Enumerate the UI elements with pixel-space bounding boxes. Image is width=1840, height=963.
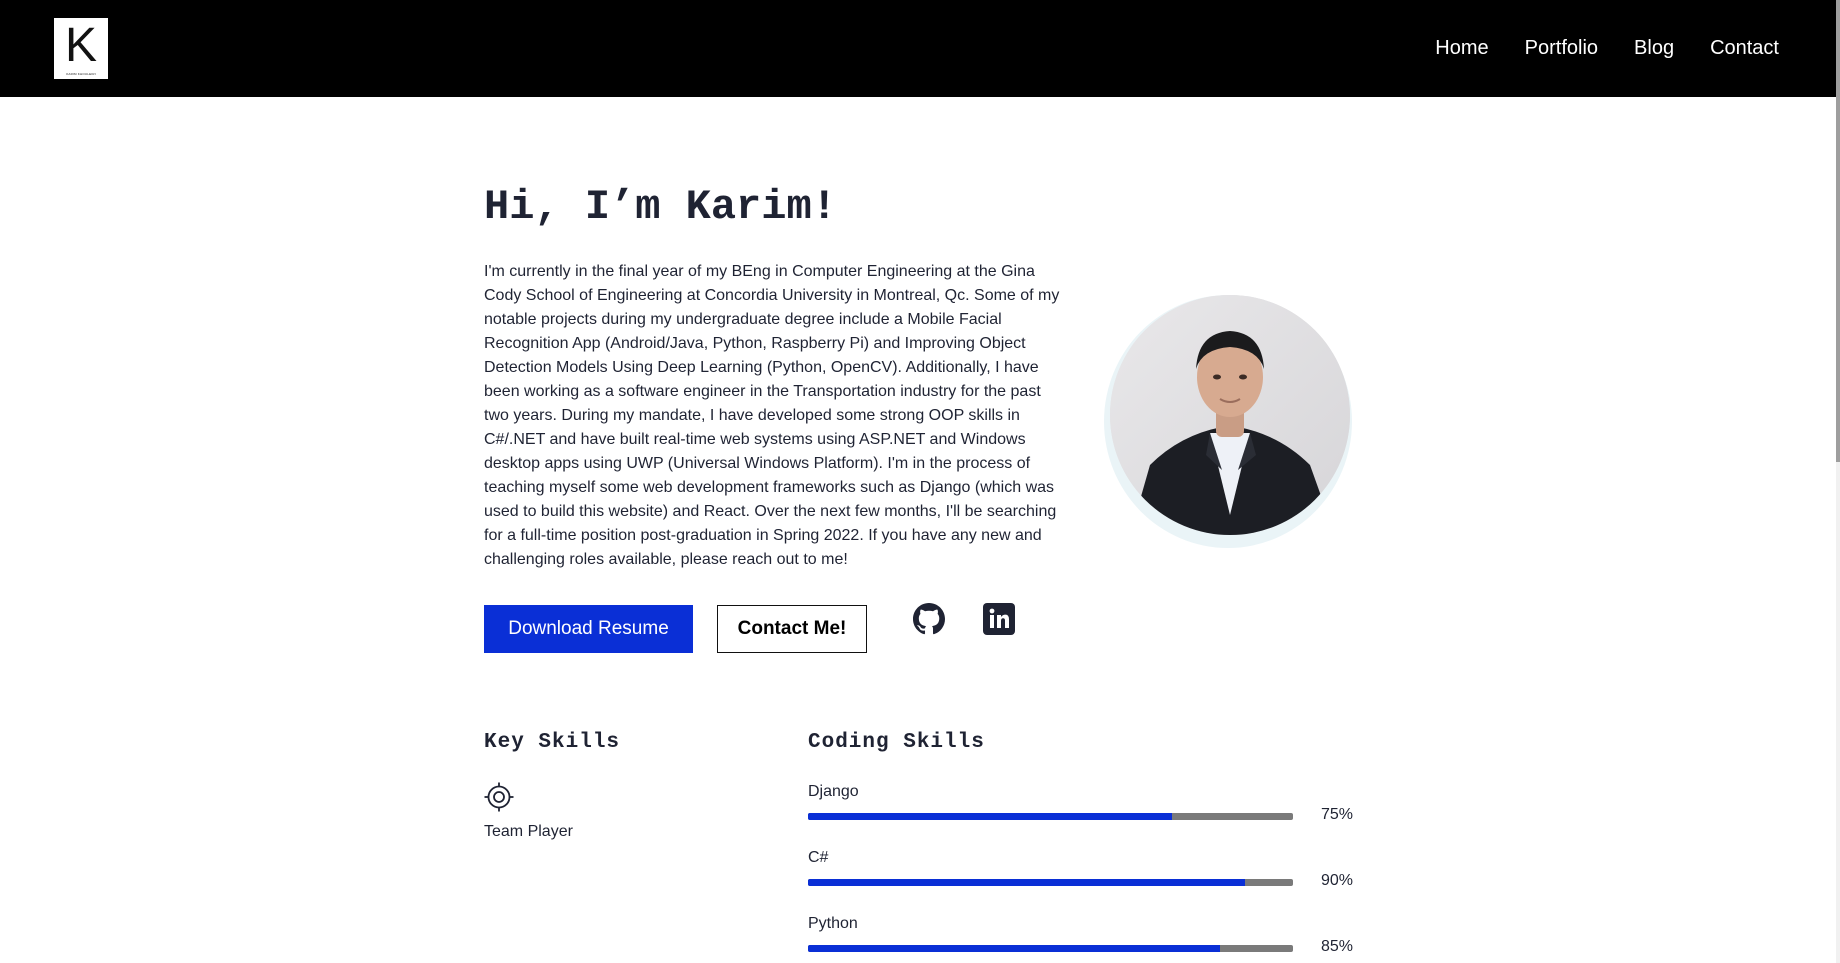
target-icon bbox=[484, 782, 514, 812]
coding-skills-heading: Coding Skills bbox=[808, 731, 985, 754]
skill-progress-fill bbox=[808, 879, 1245, 886]
coding-skill-csharp: C# 90% bbox=[808, 846, 1353, 912]
skill-progress-fill bbox=[808, 813, 1172, 820]
intro-paragraph: I'm currently in the final year of my BE… bbox=[484, 263, 1060, 568]
skill-percent: 90% bbox=[1320, 872, 1353, 889]
skill-progress-track bbox=[808, 813, 1293, 820]
skill-progress-track bbox=[808, 945, 1293, 952]
linkedin-link[interactable] bbox=[983, 603, 1015, 635]
contact-me-button[interactable]: Contact Me! bbox=[717, 605, 867, 653]
nav-contact-link[interactable]: Contact bbox=[1710, 34, 1779, 62]
nav-home-link[interactable]: Home bbox=[1435, 34, 1488, 62]
profile-photo-illustration bbox=[1110, 295, 1350, 535]
coding-skill-name: C# bbox=[808, 849, 829, 866]
nav-blog-link[interactable]: Blog bbox=[1634, 34, 1674, 62]
skill-percent: 85% bbox=[1320, 938, 1353, 955]
download-resume-button[interactable]: Download Resume bbox=[484, 605, 693, 653]
coding-skill-python: Python 85% bbox=[808, 912, 1353, 963]
skill-progress-track bbox=[808, 879, 1293, 886]
coding-skill-name: Python bbox=[808, 915, 858, 932]
logo-caption: KARIM KHOULEIRI bbox=[66, 72, 96, 76]
github-link[interactable] bbox=[913, 603, 945, 635]
coding-skill-name: Django bbox=[808, 783, 859, 800]
coding-skills-list: Django 75% C# 90% Python 85% bbox=[808, 780, 1353, 963]
coding-skill-django: Django 75% bbox=[808, 780, 1353, 846]
nav-portfolio-link[interactable]: Portfolio bbox=[1525, 34, 1598, 62]
skill-label-team-player: Team Player bbox=[484, 823, 573, 840]
profile-photo-frame bbox=[1104, 295, 1352, 548]
skill-percent: 75% bbox=[1320, 806, 1353, 823]
site-logo[interactable]: K KARIM KHOULEIRI bbox=[54, 18, 108, 79]
top-navbar: K KARIM KHOULEIRI Home Portfolio Blog Co… bbox=[0, 0, 1836, 97]
linkedin-icon bbox=[983, 603, 1015, 635]
github-icon bbox=[913, 603, 945, 635]
key-skills-heading: Key Skills bbox=[484, 731, 621, 754]
logo-letter: K bbox=[64, 19, 97, 72]
scrollbar-thumb[interactable] bbox=[1836, 0, 1840, 462]
profile-photo bbox=[1110, 295, 1350, 535]
hero-title: Hi, I’m Karim! bbox=[484, 183, 837, 231]
main-nav: Home Portfolio Blog Contact bbox=[1435, 34, 1779, 62]
page-scrollbar[interactable] bbox=[1836, 0, 1840, 963]
skill-progress-fill bbox=[808, 945, 1221, 952]
